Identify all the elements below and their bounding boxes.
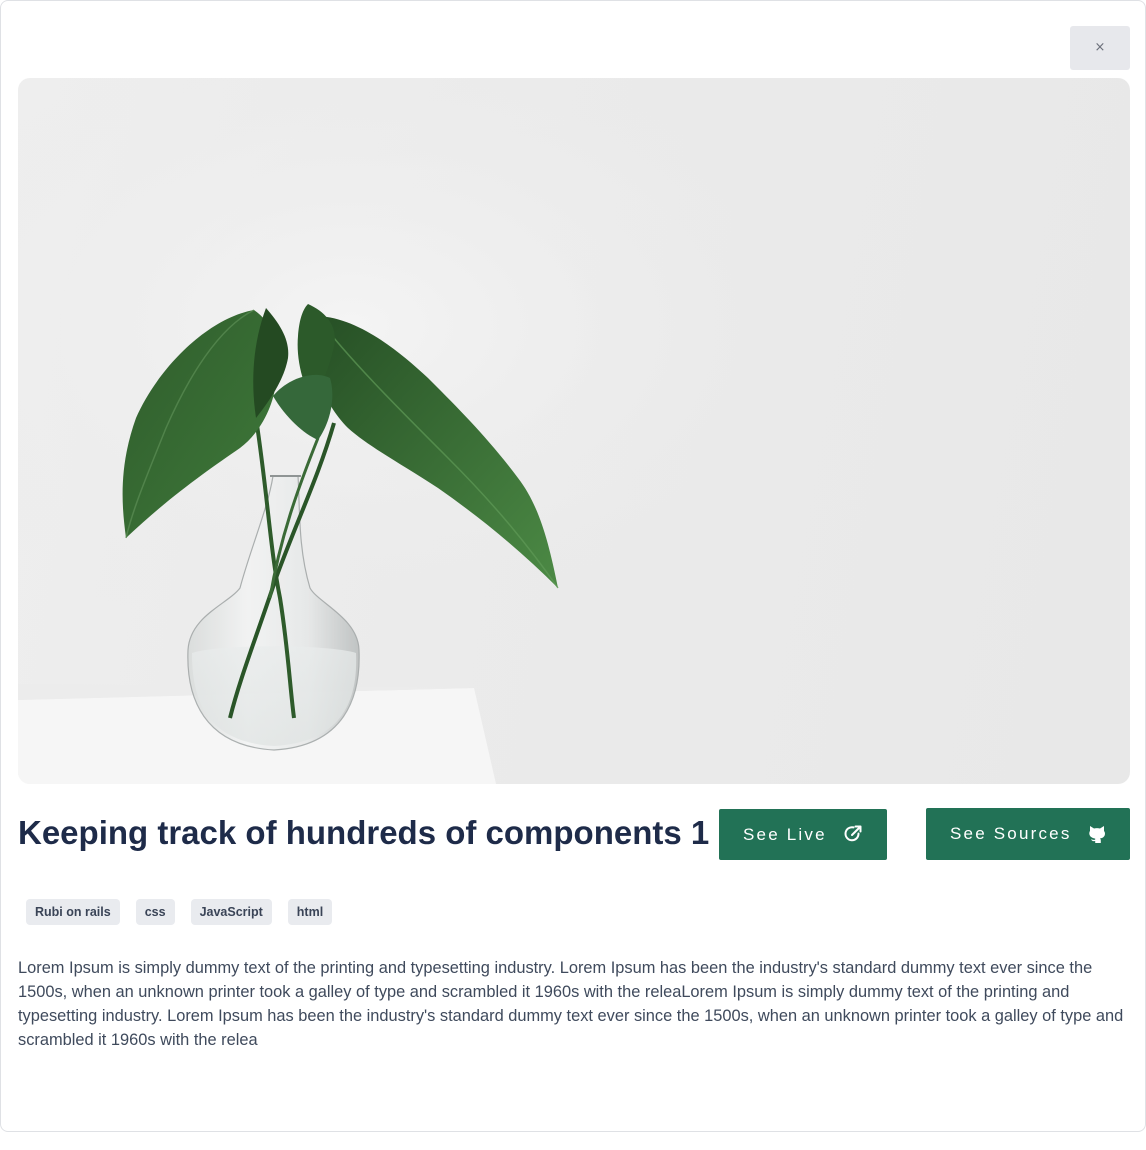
see-sources-label: See Sources (950, 824, 1072, 843)
tag-rubi-on-rails: Rubi on rails (26, 899, 120, 925)
see-live-button[interactable]: See Live (719, 809, 887, 860)
tag-css: css (135, 899, 175, 925)
tag-html: html (287, 899, 333, 925)
close-button[interactable]: × (1070, 26, 1130, 70)
see-live-label: See Live (743, 824, 827, 844)
project-image (18, 78, 1130, 784)
see-sources-button[interactable]: See Sources (926, 808, 1130, 860)
tech-tags: Rubi on rails css JavaScript html (26, 899, 333, 925)
project-title: Keeping track of hundreds of components … (18, 814, 710, 851)
close-icon: × (1094, 40, 1106, 55)
project-modal: × Keeping track of hundreds of component… (0, 0, 1146, 1132)
github-icon (1086, 822, 1108, 849)
tag-javascript: JavaScript (190, 899, 272, 925)
project-description: Lorem Ipsum is simply dummy text of the … (18, 959, 1124, 1049)
external-link-icon (843, 824, 863, 849)
